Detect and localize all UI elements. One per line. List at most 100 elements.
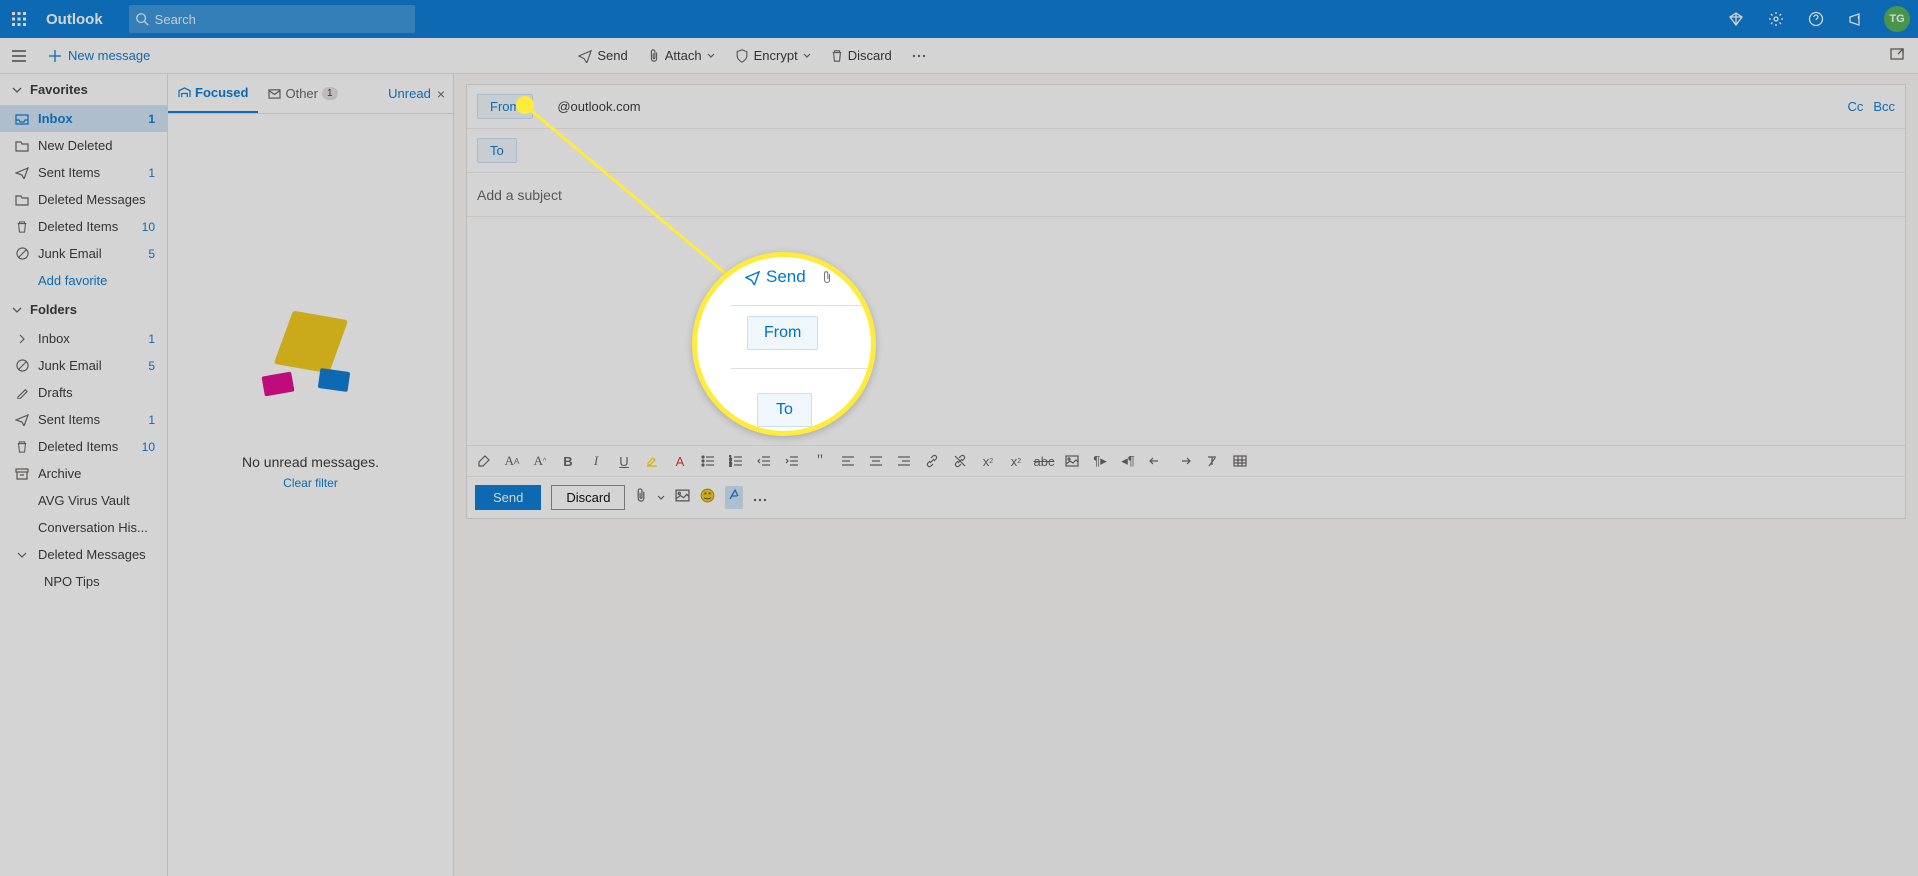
- app-launcher-icon[interactable]: [0, 0, 38, 38]
- new-message-button[interactable]: New message: [38, 48, 160, 63]
- tab-other[interactable]: Other1: [258, 74, 347, 113]
- underline-icon[interactable]: U: [613, 450, 635, 472]
- ltr-icon[interactable]: ¶▸: [1089, 450, 1111, 472]
- sidebar-folder-sent[interactable]: Sent Items1: [0, 406, 167, 433]
- undo-icon[interactable]: [1145, 450, 1167, 472]
- bold-icon[interactable]: B: [557, 450, 579, 472]
- subject-input[interactable]: [477, 187, 1895, 203]
- bcc-button[interactable]: Bcc: [1873, 99, 1895, 114]
- block-icon: [12, 247, 32, 260]
- nav-toggle-icon[interactable]: [0, 49, 38, 63]
- unlink-icon[interactable]: [949, 450, 971, 472]
- align-center-icon[interactable]: [865, 450, 887, 472]
- sidebar-folder-avg[interactable]: AVG Virus Vault: [0, 487, 167, 514]
- discard-button[interactable]: Discard: [551, 485, 625, 510]
- encrypt-command[interactable]: Encrypt: [727, 44, 819, 67]
- link-icon[interactable]: [921, 450, 943, 472]
- attach-icon[interactable]: [635, 488, 647, 508]
- subject-row[interactable]: [467, 173, 1905, 217]
- quote-icon[interactable]: ": [809, 450, 831, 472]
- search-box[interactable]: [129, 5, 415, 33]
- emoji-icon[interactable]: [700, 488, 715, 508]
- more-actions-icon[interactable]: [753, 489, 767, 507]
- add-favorite-link[interactable]: Add favorite: [0, 267, 167, 294]
- sidebar-item-label: Inbox: [38, 111, 148, 126]
- number-list-icon[interactable]: 123: [725, 450, 747, 472]
- more-command[interactable]: [904, 50, 934, 62]
- attach-command[interactable]: Attach: [640, 44, 723, 67]
- align-right-icon[interactable]: [893, 450, 915, 472]
- sidebar-folder-drafts[interactable]: Drafts: [0, 379, 167, 406]
- sidebar-item-label: Deleted Items: [38, 439, 142, 454]
- announce-icon[interactable]: [1836, 0, 1876, 38]
- subscript-icon[interactable]: x2: [1005, 450, 1027, 472]
- help-icon[interactable]: [1796, 0, 1836, 38]
- compose-body[interactable]: [467, 217, 1905, 445]
- sidebar-folder-deleted-items[interactable]: Deleted Items10: [0, 433, 167, 460]
- format-painter-icon[interactable]: [473, 450, 495, 472]
- chevron-down-icon: [12, 550, 32, 560]
- cc-button[interactable]: Cc: [1847, 99, 1863, 114]
- sidebar-folder-archive[interactable]: Archive: [0, 460, 167, 487]
- search-input[interactable]: [155, 12, 415, 27]
- ellipsis-icon: [912, 54, 926, 58]
- insert-image-icon[interactable]: [1061, 450, 1083, 472]
- sidebar-item-deleted-items[interactable]: Deleted Items10: [0, 213, 167, 240]
- user-avatar[interactable]: TG: [1884, 6, 1910, 32]
- clear-format-icon[interactable]: [1201, 450, 1223, 472]
- clear-filter-link[interactable]: Clear filter: [283, 476, 338, 490]
- rtl-icon[interactable]: ◂¶: [1117, 450, 1139, 472]
- font-size-icon[interactable]: A^: [529, 450, 551, 472]
- popout-icon[interactable]: [1890, 47, 1918, 65]
- to-row[interactable]: To: [467, 129, 1905, 173]
- sidebar-folder-deleted-messages[interactable]: Deleted Messages: [0, 541, 167, 568]
- sidebar-folder-inbox[interactable]: Inbox1: [0, 325, 167, 352]
- send-button[interactable]: Send: [475, 485, 541, 510]
- settings-icon[interactable]: [1756, 0, 1796, 38]
- font-icon[interactable]: AA: [501, 450, 523, 472]
- italic-icon[interactable]: I: [585, 450, 607, 472]
- align-left-icon[interactable]: [837, 450, 859, 472]
- from-row: From @outlook.com Cc Bcc: [467, 85, 1905, 129]
- sidebar-subfolder-npo[interactable]: NPO Tips: [0, 568, 167, 595]
- redo-icon[interactable]: [1173, 450, 1195, 472]
- sidebar-item-junk[interactable]: Junk Email5: [0, 240, 167, 267]
- font-color-icon[interactable]: A: [669, 450, 691, 472]
- tab-focused[interactable]: Focused: [168, 74, 258, 113]
- format-toggle-icon[interactable]: [725, 486, 743, 509]
- highlight-icon[interactable]: [641, 450, 663, 472]
- trash-icon: [831, 49, 843, 63]
- folders-header[interactable]: Folders: [0, 294, 167, 325]
- from-button[interactable]: From: [477, 94, 533, 119]
- bullet-list-icon[interactable]: [697, 450, 719, 472]
- sidebar-item-sent[interactable]: Sent Items1: [0, 159, 167, 186]
- discard-command[interactable]: Discard: [823, 44, 900, 67]
- superscript-icon[interactable]: x2: [977, 450, 999, 472]
- chevron-down-icon[interactable]: [657, 489, 665, 507]
- folder-icon: [12, 194, 32, 206]
- favorites-header[interactable]: Favorites: [0, 74, 167, 105]
- app-header: Outlook TG: [0, 0, 1918, 38]
- indent-icon[interactable]: [781, 450, 803, 472]
- svg-text:3: 3: [729, 463, 732, 467]
- sidebar-item-new-deleted[interactable]: New Deleted: [0, 132, 167, 159]
- sidebar-item-deleted-messages[interactable]: Deleted Messages: [0, 186, 167, 213]
- insert-picture-icon[interactable]: [675, 489, 690, 507]
- send-command[interactable]: Send: [570, 44, 635, 67]
- sidebar-folder-junk[interactable]: Junk Email5: [0, 352, 167, 379]
- sidebar-item-count: 10: [142, 440, 155, 454]
- to-button[interactable]: To: [477, 138, 517, 163]
- close-icon[interactable]: ×: [437, 86, 445, 102]
- premium-icon[interactable]: [1716, 0, 1756, 38]
- archive-icon: [12, 468, 32, 480]
- filter-unread[interactable]: Unread×: [388, 86, 453, 102]
- trash-icon: [12, 440, 32, 454]
- folder-pane: Favorites Inbox1 New Deleted Sent Items1…: [0, 74, 168, 876]
- outdent-icon[interactable]: [753, 450, 775, 472]
- sidebar-item-inbox[interactable]: Inbox1: [0, 105, 167, 132]
- strikethrough-icon[interactable]: abc: [1033, 450, 1055, 472]
- sidebar-folder-conv-history[interactable]: Conversation His...: [0, 514, 167, 541]
- inbox-icon: [12, 113, 32, 125]
- chevron-down-icon: [12, 85, 22, 95]
- table-icon[interactable]: [1229, 450, 1251, 472]
